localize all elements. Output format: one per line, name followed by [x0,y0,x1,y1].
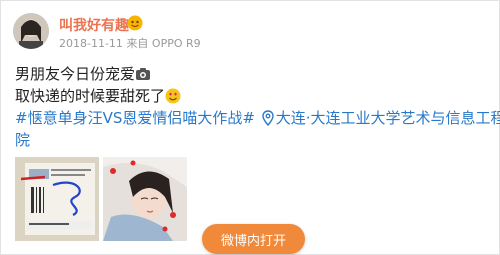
camera-emoji-icon [136,68,151,80]
location-pin-icon [262,110,274,126]
post-photo-1[interactable] [15,157,99,241]
avatar[interactable] [13,13,49,49]
post-text-line3: #惬意单身汪VS恩爱情侣喵大作战# 大连·大连工业大学艺术与信息工程学 [15,107,500,128]
post-photo-2[interactable] [103,157,187,241]
location-link[interactable]: 大连·大连工业大学艺术与信息工程学 [276,109,500,127]
post-source: 来自 OPPO R9 [126,37,201,50]
post-text-1: 男朋友今日份宠爱 [15,65,136,83]
vip-badge-icon [127,15,143,31]
post-text-line2: 取快递的时候要甜死了 [15,85,181,106]
weibo-post-card: 叫我好有趣 2018-11-11 来自 OPPO R9 男朋友今日份宠爱 取快递… [0,0,500,255]
location-link-cont[interactable]: 院 [15,131,30,149]
post-text-line1: 男朋友今日份宠爱 [15,63,151,84]
post-meta: 2018-11-11 来自 OPPO R9 [59,35,201,51]
username-link[interactable]: 叫我好有趣 [59,15,129,35]
heart-eyes-emoji-icon [165,88,181,104]
post-text-line4: 院 [15,129,30,150]
hashtag-link[interactable]: #惬意单身汪VS恩爱情侣喵大作战# [15,109,255,127]
open-in-weibo-button[interactable]: 微博内打开 [202,224,305,254]
post-timestamp: 2018-11-11 [59,37,123,50]
post-text-2: 取快递的时候要甜死了 [15,87,166,105]
